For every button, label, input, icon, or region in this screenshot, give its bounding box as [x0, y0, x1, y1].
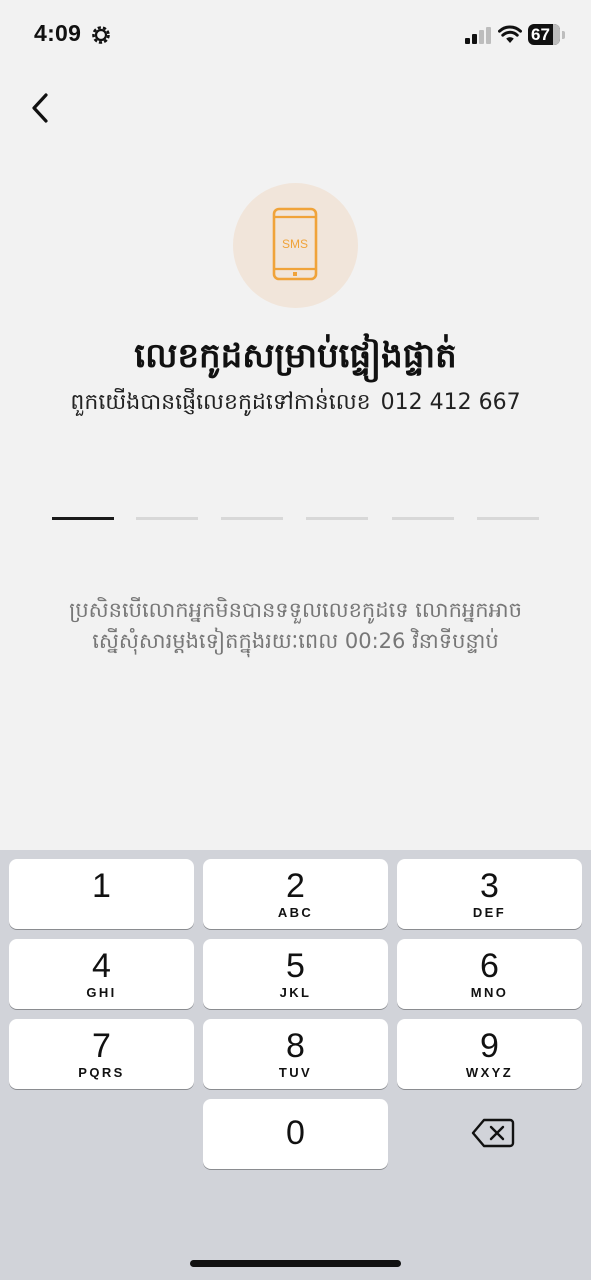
gear-icon — [92, 26, 110, 44]
key-3-letters: DEF — [472, 905, 507, 920]
otp-input[interactable] — [52, 517, 540, 521]
otp-slot-2[interactable] — [136, 517, 198, 520]
battery-icon: 67 — [528, 24, 560, 45]
phone-number: 012 412 667 — [380, 390, 521, 415]
key-7-letters: PQRS — [78, 1065, 125, 1080]
key-8-number: 8 — [286, 1027, 305, 1065]
key-8[interactable]: 8 TUV — [203, 1019, 388, 1089]
key-7-number: 7 — [92, 1027, 111, 1065]
page-subtitle: ពួកយើងបានផ្ញើលេខកូដទៅកាន់លេខ 012 412 667 — [0, 388, 591, 420]
otp-slot-5[interactable] — [392, 517, 454, 520]
key-7[interactable]: 7 PQRS — [9, 1019, 194, 1089]
key-3-number: 3 — [480, 867, 499, 905]
sms-icon-badge: SMS — [233, 183, 358, 308]
key-4[interactable]: 4 GHI — [9, 939, 194, 1009]
key-4-letters: GHI — [86, 985, 117, 1000]
key-0[interactable]: 0 — [203, 1099, 388, 1169]
key-1[interactable]: 1 — [9, 859, 194, 929]
sms-phone-icon: SMS — [272, 207, 318, 281]
key-9[interactable]: 9 WXYZ — [397, 1019, 582, 1089]
key-4-number: 4 — [92, 947, 111, 985]
sms-label: SMS — [282, 237, 308, 251]
key-8-letters: TUV — [278, 1065, 313, 1080]
resend-line-1: ប្រសិនបើលោកអ្នកមិនបានទទួលលេខកូដទេ លោកអ្ន… — [69, 598, 522, 622]
key-2-number: 2 — [286, 867, 305, 905]
otp-slot-3[interactable] — [221, 517, 283, 520]
key-5-number: 5 — [286, 947, 305, 985]
signal-icon — [465, 27, 491, 44]
delete-button[interactable] — [470, 1116, 516, 1150]
otp-slot-6[interactable] — [477, 517, 539, 520]
status-bar: 4:09 67 — [0, 0, 591, 72]
battery-nub — [562, 31, 565, 39]
status-time: 4:09 — [34, 20, 82, 46]
key-6-number: 6 — [480, 947, 499, 985]
key-1-number: 1 — [92, 867, 111, 905]
backspace-icon — [471, 1118, 515, 1148]
key-9-letters: WXYZ — [465, 1065, 514, 1080]
wifi-icon — [498, 25, 522, 43]
key-3[interactable]: 3 DEF — [397, 859, 582, 929]
key-5[interactable]: 5 JKL — [203, 939, 388, 1009]
otp-slot-1[interactable] — [52, 517, 114, 520]
key-9-number: 9 — [480, 1027, 499, 1065]
chevron-left-icon — [32, 93, 48, 123]
key-5-letters: JKL — [279, 985, 312, 1000]
key-6[interactable]: 6 MNO — [397, 939, 582, 1009]
key-6-letters: MNO — [470, 985, 509, 1000]
otp-verification-screen: 4:09 67 SMS លេខកូដសម្រាប់ផ្ទៀងផ្ទាត់ ពួក… — [0, 0, 591, 1280]
numeric-keypad: 1 2 ABC 3 DEF 4 GHI 5 JKL 6 MNO 7 PQRS 8 — [0, 850, 591, 1280]
key-2-letters: ABC — [277, 905, 314, 920]
key-2[interactable]: 2 ABC — [203, 859, 388, 929]
home-indicator — [190, 1260, 401, 1267]
page-title: លេខកូដសម្រាប់ផ្ទៀងផ្ទាត់ — [134, 336, 457, 376]
resend-line-2: ស្នើសុំសារម្តងទៀតក្នុងរយៈពេល 00:26 វិនាទ… — [92, 629, 499, 653]
resend-message: ប្រសិនបើលោកអ្នកមិនបានទទួលលេខកូដទេ លោកអ្ន… — [30, 595, 561, 657]
back-button[interactable] — [22, 86, 62, 130]
subtitle-text: ពួកយើងបានផ្ញើលេខកូដទៅកាន់លេខ — [70, 390, 371, 415]
otp-slot-4[interactable] — [306, 517, 368, 520]
key-0-number: 0 — [286, 1114, 305, 1152]
